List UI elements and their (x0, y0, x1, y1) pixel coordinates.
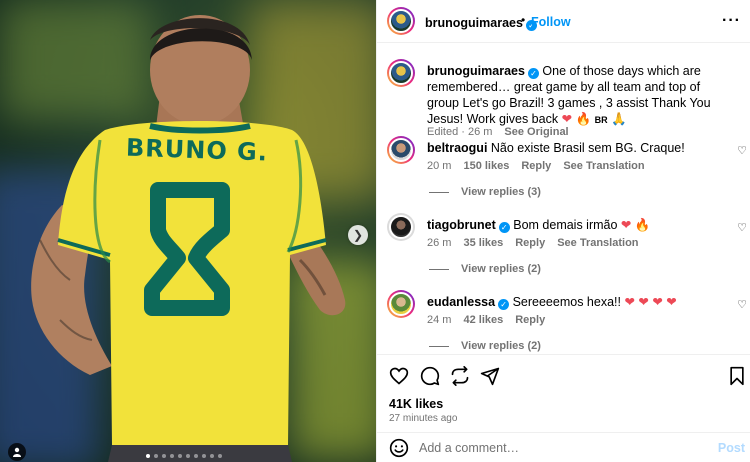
share-icon[interactable] (449, 365, 471, 387)
comment-item: beltraogui Não existe Brasil sem BG. Cra… (377, 136, 750, 206)
author-username[interactable]: brunoguimaraes (425, 16, 523, 30)
comment-username[interactable]: tiagobrunet (427, 218, 496, 232)
more-options-icon[interactable]: ··· (722, 12, 741, 30)
comment-text: tiagobrunet ✓ Bom demais irmão ❤ 🔥 (427, 217, 727, 233)
view-replies-button[interactable]: View replies (3) (429, 186, 541, 198)
carousel-dot (162, 454, 166, 458)
post-caption: brunoguimaraes ✓ One of those days which … (377, 59, 750, 138)
tagged-user-icon[interactable] (8, 443, 26, 461)
likes-count[interactable]: 41K likes (389, 397, 443, 411)
view-replies-button[interactable]: View replies (2) (429, 340, 541, 352)
comment-meta: 26 m 35 likes Reply See Translation (427, 237, 639, 249)
post-actions: 41K likes 27 minutes ago (377, 354, 750, 432)
carousel-dot (186, 454, 190, 458)
comment-time: 24 m (427, 314, 452, 326)
emoji-icon[interactable] (389, 438, 409, 462)
heart-emoji-icon: ❤ (561, 112, 573, 126)
carousel-dot (146, 454, 150, 458)
carousel-dot (218, 454, 222, 458)
see-translation-button[interactable]: See Translation (557, 237, 638, 249)
pray-emoji-icon: 🙏 (611, 112, 627, 126)
heart-icon[interactable] (388, 365, 410, 387)
jersey-name: BRUNO G. (125, 133, 269, 167)
send-icon[interactable] (479, 365, 501, 387)
carousel-dot (194, 454, 198, 458)
comment-time: 26 m (427, 237, 452, 249)
fire-emoji-icon: 🔥 (575, 112, 592, 126)
carousel-indicator (146, 454, 222, 458)
caption-username[interactable]: brunoguimaraes (427, 64, 525, 78)
carousel-dot (154, 454, 158, 458)
caption-text: brunoguimaraes ✓ One of those days which … (427, 63, 727, 128)
view-replies-label[interactable]: View replies (2) (461, 263, 541, 275)
view-replies-label[interactable]: View replies (2) (461, 340, 541, 352)
carousel-dot (202, 454, 206, 458)
flag-emoji: BR (594, 115, 608, 125)
player-illustration (31, 15, 346, 462)
comment-body: Bom demais irmão (513, 218, 618, 232)
see-translation-button[interactable]: See Translation (563, 160, 644, 172)
post-comment-button[interactable]: Post (718, 441, 745, 455)
view-replies-button[interactable]: View replies (2) (429, 263, 541, 275)
fire-emoji-icon: 🔥 (634, 218, 651, 232)
replies-line (429, 345, 449, 347)
verified-badge-icon: ✓ (527, 68, 539, 79)
carousel-dot (210, 454, 214, 458)
comment-likes[interactable]: 150 likes (463, 160, 509, 172)
replies-line (429, 268, 449, 270)
like-comment-icon[interactable]: ♡ (737, 221, 747, 234)
separator: • (521, 13, 526, 27)
next-slide-icon[interactable]: ❯ (348, 225, 368, 245)
comment-likes[interactable]: 42 likes (463, 314, 503, 326)
replies-line (429, 191, 449, 193)
comment-item: tiagobrunet ✓ Bom demais irmão ❤ 🔥 ♡ 26 m… (377, 213, 750, 283)
avatar[interactable] (387, 213, 415, 241)
comment-username[interactable]: eudanlessa (427, 295, 495, 309)
reply-button[interactable]: Reply (521, 160, 551, 172)
comment-username[interactable]: beltraogui (427, 141, 487, 155)
post-photo[interactable]: BRUNO G. ❯ (0, 0, 376, 462)
comment-item: eudanlessa ✓ Sereeeemos hexa!! ❤ ❤ ❤ ❤ ♡ … (377, 290, 750, 354)
comment-body: Sereeeemos hexa!! (512, 295, 621, 309)
comment-meta: 20 m 150 likes Reply See Translation (427, 160, 645, 172)
avatar[interactable] (387, 7, 415, 35)
like-comment-icon[interactable]: ♡ (737, 144, 747, 157)
comment-time: 20 m (427, 160, 452, 172)
comment-meta: 24 m 42 likes Reply (427, 314, 545, 326)
comment-text: eudanlessa ✓ Sereeeemos hexa!! ❤ ❤ ❤ ❤ (427, 294, 727, 310)
bookmark-icon[interactable] (726, 365, 748, 387)
like-comment-icon[interactable]: ♡ (737, 298, 747, 311)
heart-emoji-icon: ❤ (620, 218, 632, 232)
reply-button[interactable]: Reply (515, 314, 545, 326)
avatar[interactable] (387, 59, 415, 87)
verified-badge-icon: ✓ (498, 222, 510, 233)
avatar[interactable] (387, 290, 415, 318)
comment-text: beltraogui Não existe Brasil sem BG. Cra… (427, 140, 727, 156)
post-time: 27 minutes ago (389, 413, 458, 424)
post-header: brunoguimaraes ✓ • Follow ··· (377, 0, 750, 43)
comment-body: Não existe Brasil sem BG. Craque! (490, 141, 685, 155)
view-replies-label[interactable]: View replies (3) (461, 186, 541, 198)
add-comment-bar: Post (377, 432, 750, 462)
carousel-dot (170, 454, 174, 458)
avatar[interactable] (387, 136, 415, 164)
comment-input[interactable] (419, 439, 689, 457)
reply-button[interactable]: Reply (515, 237, 545, 249)
follow-button[interactable]: Follow (531, 15, 571, 29)
comments-list[interactable]: brunoguimaraes ✓ One of those days which … (377, 44, 750, 354)
verified-badge-icon: ✓ (498, 299, 510, 310)
carousel-dot (178, 454, 182, 458)
comment-likes[interactable]: 35 likes (463, 237, 503, 249)
comment-icon[interactable] (419, 365, 441, 387)
post-panel: brunoguimaraes ✓ • Follow ··· brunoguimar… (376, 0, 750, 462)
heart-emoji-icon: ❤ ❤ ❤ ❤ (624, 295, 677, 309)
